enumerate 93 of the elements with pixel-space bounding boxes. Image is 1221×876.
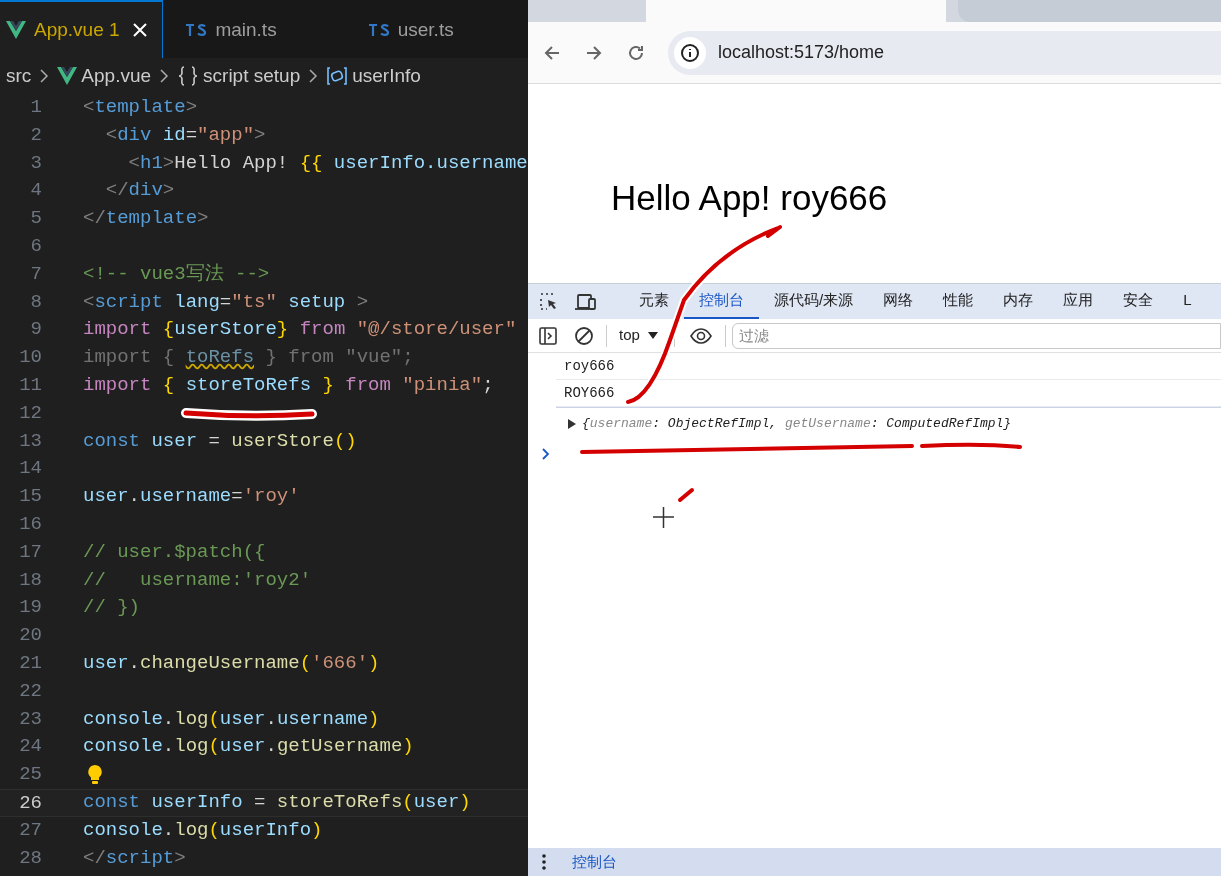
devtools-tab[interactable]: L: [1168, 284, 1207, 319]
breadcrumb-item[interactable]: script setup: [203, 61, 301, 91]
line-number: 25: [18, 762, 42, 788]
line-number: 24: [18, 734, 42, 760]
console-message: ROY666: [564, 383, 615, 403]
page-heading: Hello App! roy666: [611, 180, 888, 215]
code-line: <h1>Hello App! {{ userInfo.username: [127, 150, 528, 176]
line-number: 12: [18, 400, 42, 426]
code-line: // }): [83, 595, 140, 621]
chevron-icon: [39, 68, 50, 84]
drawer-tab[interactable]: 控制台: [572, 850, 617, 874]
line-number: 6: [29, 234, 42, 259]
line-number: 27: [18, 817, 42, 843]
vue-icon: [57, 67, 78, 85]
code-line: import { toRefs } from "vue";: [83, 345, 414, 371]
filter-field[interactable]: 过滤: [731, 322, 1221, 349]
code-line: user.changeUsername('666'): [83, 650, 380, 676]
line-number: 4: [29, 178, 42, 204]
line-number: 16: [18, 511, 42, 537]
devtools-tab[interactable]: 应用: [1048, 284, 1109, 319]
line-number: 15: [18, 484, 42, 510]
info-icon[interactable]: [680, 42, 700, 63]
code-line: console.log(userInfo): [83, 817, 323, 843]
chevron-icon: [308, 68, 319, 84]
devtools-tab[interactable]: 网络: [868, 284, 929, 319]
line-number: 2: [29, 122, 42, 148]
vue-icon: [6, 21, 26, 39]
code-line: import {userStore} from "@/store/user": [83, 317, 517, 343]
line-number: 28: [18, 845, 42, 871]
line-number: 23: [18, 706, 42, 732]
line-number: 19: [18, 595, 42, 621]
devtools-tab[interactable]: 源代码/来源: [759, 284, 869, 319]
eye-icon[interactable]: [688, 325, 713, 346]
line-number: 13: [18, 428, 42, 454]
sidebar-icon[interactable]: [538, 325, 558, 346]
code-line: </template>: [83, 206, 209, 232]
close-icon[interactable]: [131, 22, 148, 38]
code-line: console.log(user.username): [83, 706, 380, 732]
editor-tab[interactable]: App.vue 1: [0, 0, 164, 58]
line-number: 8: [29, 289, 42, 315]
braces-icon: [177, 65, 200, 87]
crosshair-cursor-icon: [652, 506, 675, 529]
line-number: 20: [18, 623, 42, 649]
code-line: user.username='roy': [83, 484, 300, 510]
line-number: 7: [29, 261, 42, 287]
code-line: <template>: [83, 95, 198, 120]
context-dropdown[interactable]: top: [619, 324, 658, 347]
code-line: const user = userStore(): [83, 428, 357, 454]
line-number: 22: [18, 678, 42, 704]
devtools-tab[interactable]: 性能: [928, 284, 989, 319]
console-message: roy666: [564, 356, 615, 376]
caret-icon: [647, 331, 658, 340]
line-number: 10: [18, 345, 42, 371]
expand-icon[interactable]: [568, 418, 576, 429]
line-number: 11: [18, 372, 42, 398]
code-line: // username:'roy2': [83, 567, 312, 593]
code-line: import { storeToRefs } from "pinia";: [83, 372, 494, 398]
code-line: </div>: [104, 178, 175, 204]
line-number: 17: [18, 539, 42, 565]
more-icon[interactable]: [542, 854, 546, 870]
code-line: // user.$patch({: [83, 539, 266, 565]
url-text: localhost:5173/home: [718, 41, 885, 64]
code-line: <!-- vue3写法 -->: [83, 261, 270, 287]
annotation-stroke: [678, 488, 694, 502]
breadcrumb-item[interactable]: App.vue: [81, 61, 152, 91]
breadcrumb-item[interactable]: src: [6, 61, 32, 91]
devtools-tab[interactable]: 控制台: [684, 284, 759, 319]
devtools-tab[interactable]: 内存: [988, 284, 1049, 319]
address-bar[interactable]: localhost:5173/home: [668, 30, 1221, 75]
line-number: 1: [29, 95, 42, 120]
devtools-tab[interactable]: 元素: [624, 284, 684, 319]
line-number: 26: [18, 790, 42, 816]
typescript-icon: [185, 23, 208, 37]
line-number: 18: [18, 567, 42, 593]
clear-console-icon[interactable]: [574, 325, 594, 346]
breadcrumb-item[interactable]: userInfo: [352, 61, 421, 91]
code-line: <script lang="ts" setup >: [83, 289, 369, 315]
line-number: 21: [18, 650, 42, 676]
variable-icon: [326, 66, 349, 86]
typescript-icon: [367, 23, 390, 37]
console-object[interactable]: {username: ObjectRefImpl, getUsername: ComputedRefImpl}: [582, 413, 1012, 434]
line-number: 5: [29, 206, 42, 232]
code-line: const userInfo = storeToRefs(user): [83, 789, 471, 815]
line-number: 14: [18, 456, 42, 482]
code-line: </script>: [83, 845, 186, 871]
devtools-tab[interactable]: 安全: [1108, 284, 1169, 319]
prompt-icon: [542, 448, 550, 460]
line-number: 9: [29, 317, 42, 343]
chevron-icon: [159, 68, 170, 84]
code-line: console.log(user.getUsername): [83, 734, 414, 760]
line-number: 3: [29, 150, 42, 176]
code-line: <div id="app">: [104, 122, 266, 148]
lightbulb-icon[interactable]: [87, 764, 103, 786]
